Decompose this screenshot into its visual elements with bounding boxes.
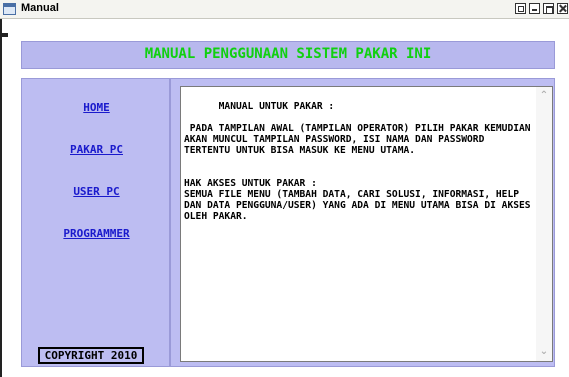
content-panel: MANUAL UNTUK PAKAR : PADA TAMPILAN AWAL … <box>170 78 555 367</box>
copyright-label: COPYRIGHT 2010 <box>38 347 144 364</box>
nav-link-user-pc[interactable]: USER PC <box>22 185 171 198</box>
close-icon[interactable] <box>557 3 568 14</box>
scroll-down-icon[interactable]: ⌄ <box>538 346 550 358</box>
minimize-icon[interactable] <box>529 3 540 14</box>
nav-link-pakar-pc[interactable]: PAKAR PC <box>22 143 171 156</box>
nav-link-programmer[interactable]: PROGRAMMER <box>22 227 171 240</box>
sidebar: HOME PAKAR PC USER PC PROGRAMMER COPYRIG… <box>21 78 170 367</box>
title-bar[interactable]: Manual <box>0 0 569 19</box>
manual-window: Manual MANUAL PENGGUNAAN SISTEM PAKAR IN… <box>0 0 569 377</box>
restore-icon[interactable] <box>515 3 526 14</box>
maximize-icon[interactable] <box>543 3 554 14</box>
window-icon <box>3 3 16 15</box>
manual-text: MANUAL UNTUK PAKAR : PADA TAMPILAN AWAL … <box>184 101 531 222</box>
manual-text-area[interactable]: MANUAL UNTUK PAKAR : PADA TAMPILAN AWAL … <box>180 86 553 362</box>
nav-link-home[interactable]: HOME <box>22 101 171 114</box>
scroll-up-icon[interactable]: ⌃ <box>538 90 550 102</box>
window-title: Manual <box>21 2 59 14</box>
page-title: MANUAL PENGGUNAAN SISTEM PAKAR INI <box>144 46 432 62</box>
header-banner: MANUAL PENGGUNAAN SISTEM PAKAR INI <box>21 41 555 69</box>
vertical-scrollbar[interactable]: ⌃ ⌄ <box>536 87 552 361</box>
window-left-border <box>0 19 8 377</box>
